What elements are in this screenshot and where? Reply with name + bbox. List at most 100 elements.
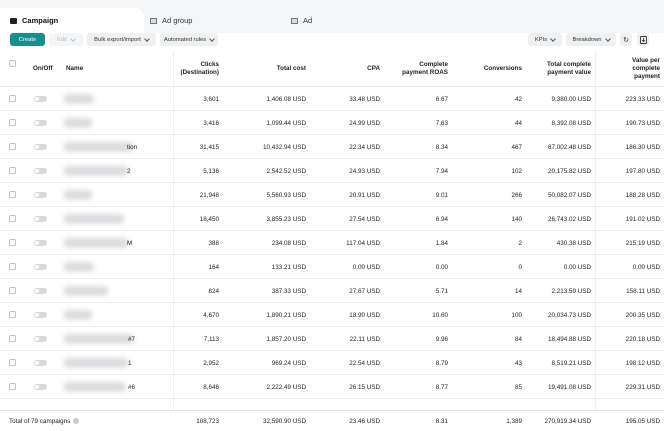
redacted-campaign-name[interactable]	[64, 382, 126, 392]
edit-button[interactable]: Edit	[49, 33, 83, 46]
cell-conversions: 44	[514, 119, 522, 127]
level-tabs: Campaign Ad group Ad	[0, 0, 664, 33]
cell-total-value: 430.38 USD	[556, 239, 591, 247]
col-total-cost[interactable]: Total cost	[230, 51, 306, 87]
table-row[interactable]: 824 387.33 USD 27.67 USD 5.71 14 2,213.59 USD…	[0, 279, 664, 303]
table-row[interactable]: 3,601 1,406.08 USD 33.48 USD 6.67 42 9,380.00…	[0, 87, 664, 111]
table-row[interactable]: 1 2,952 969.24 USD 22.54 USD 8.79 43 8,519.21 …	[0, 351, 664, 375]
row-checkbox[interactable]	[9, 167, 16, 174]
tab-campaign[interactable]: Campaign	[0, 8, 144, 33]
redacted-campaign-name[interactable]	[64, 166, 128, 176]
row-checkbox[interactable]	[9, 311, 16, 318]
row-checkbox[interactable]	[9, 239, 16, 246]
select-all-checkbox[interactable]	[9, 60, 16, 67]
table-row[interactable]: M 388 234.08 USD 117.04 USD 1.84 2 430.38 USD 2…	[0, 231, 664, 255]
status-toggle[interactable]	[34, 120, 47, 126]
redacted-campaign-name[interactable]	[64, 142, 134, 152]
totals-label: Total of 79 campaigns	[9, 411, 80, 431]
status-toggle[interactable]	[34, 216, 47, 222]
col-conversions[interactable]: Conversions	[458, 51, 522, 87]
redacted-campaign-name[interactable]	[64, 238, 128, 248]
info-icon[interactable]	[73, 418, 80, 424]
status-toggle[interactable]	[34, 288, 47, 294]
col-value-per-label: Value per complete payment	[632, 57, 660, 82]
table-row[interactable]: 21,948 5,560.93 USD 20.91 USD 9.01 266 50,082…	[0, 183, 664, 207]
export-button[interactable]	[637, 33, 649, 46]
redacted-campaign-name[interactable]	[64, 334, 134, 344]
cell-total-cost: 10,432.94 USD	[262, 143, 306, 151]
status-toggle[interactable]	[34, 192, 47, 198]
kpis-button[interactable]: KPIs	[528, 33, 562, 46]
total-cost: 32,590.90 USD	[262, 417, 306, 425]
campaign-name-visible-fragment[interactable]: #7	[128, 327, 135, 351]
status-toggle[interactable]	[34, 384, 47, 390]
cell-cpa: 20.91 USD	[349, 191, 380, 199]
redacted-campaign-name[interactable]	[64, 358, 128, 368]
table-row[interactable]: 4,670 1,890.21 USD 18.90 USD 10.60 100 20,034…	[0, 303, 664, 327]
row-checkbox[interactable]	[9, 359, 16, 366]
table-row[interactable]: 18,450 3,855.23 USD 27.54 USD 6.94 140 26,743…	[0, 207, 664, 231]
table-row[interactable]: 164 133.21 USD 0.00 USD 0.00 0 0.00 USD 0.00 U…	[0, 255, 664, 279]
row-checkbox[interactable]	[9, 95, 16, 102]
row-checkbox[interactable]	[9, 383, 16, 390]
cell-roas: 9.96	[435, 335, 448, 343]
status-toggle[interactable]	[34, 96, 47, 102]
table-row[interactable]: 2 5,136 2,542.52 USD 24.93 USD 7.94 102 20,175…	[0, 159, 664, 183]
redacted-campaign-name[interactable]	[64, 118, 92, 128]
campaign-name-visible-fragment[interactable]: tion	[127, 135, 137, 159]
redacted-campaign-name[interactable]	[64, 310, 92, 320]
cell-total-cost: 3,855.23 USD	[266, 215, 306, 223]
redacted-campaign-name[interactable]	[64, 214, 124, 224]
create-button[interactable]: Create	[10, 33, 45, 46]
cell-clicks: 164	[208, 263, 219, 271]
campaign-name-visible-fragment[interactable]: 2	[127, 159, 131, 183]
status-toggle[interactable]	[34, 312, 47, 318]
col-name[interactable]: Name	[66, 51, 166, 87]
table-row[interactable]: #6 8,646 2,222.49 USD 26.15 USD 8.77 85 19,491…	[0, 375, 664, 399]
row-checkbox[interactable]	[9, 335, 16, 342]
col-total-value-label: Total complete payment value	[547, 61, 591, 77]
breakdown-button[interactable]: Breakdown	[566, 33, 616, 46]
status-toggle[interactable]	[34, 336, 47, 342]
tab-ad[interactable]: Ad	[291, 8, 312, 33]
status-toggle[interactable]	[34, 168, 47, 174]
table-row[interactable]: tion 31,415 10,432.94 USD 22.34 USD 8.34 467 8…	[0, 135, 664, 159]
status-toggle[interactable]	[34, 240, 47, 246]
row-checkbox[interactable]	[9, 215, 16, 222]
col-total-value-line2: payment value	[547, 69, 591, 76]
redacted-campaign-name[interactable]	[64, 262, 94, 272]
redacted-campaign-name[interactable]	[64, 190, 92, 200]
col-cpa[interactable]: CPA	[316, 51, 380, 87]
redacted-campaign-name[interactable]	[64, 286, 108, 296]
breakdown-label: Breakdown	[572, 36, 602, 43]
cell-value-per: 188.28 USD	[625, 191, 660, 199]
row-checkbox[interactable]	[9, 287, 16, 294]
cell-conversions: 0	[518, 263, 522, 271]
col-roas[interactable]: Complete payment ROAS	[388, 51, 448, 87]
redacted-campaign-name[interactable]	[64, 94, 94, 104]
refresh-button[interactable]: ↻	[620, 33, 632, 46]
bulk-export-import-button[interactable]: Bulk export/import	[87, 33, 156, 46]
table-row[interactable]: 3,416 1,099.44 USD 24.99 USD 7.63 44 8,392.08…	[0, 111, 664, 135]
col-value-per[interactable]: Value per complete payment	[598, 51, 660, 87]
table-row[interactable]: #7 7,113 1,857.20 USD 22.11 USD 9.96 84 18,494…	[0, 327, 664, 351]
row-checkbox[interactable]	[9, 263, 16, 270]
row-checkbox[interactable]	[9, 143, 16, 150]
automated-rules-button[interactable]: Automated rules	[160, 33, 218, 46]
totals-label-text: Total of 79 campaigns	[9, 417, 71, 425]
row-checkbox[interactable]	[9, 119, 16, 126]
cell-value-per: 186.30 USD	[625, 143, 660, 151]
status-toggle[interactable]	[34, 144, 47, 150]
col-clicks[interactable]: Clicks (Destination)	[174, 51, 219, 87]
cell-total-value: 20,175.82 USD	[547, 167, 591, 175]
campaign-name-visible-fragment[interactable]: M	[127, 231, 132, 255]
row-checkbox[interactable]	[9, 191, 16, 198]
campaign-name-visible-fragment[interactable]: #6	[128, 375, 135, 399]
status-toggle[interactable]	[34, 264, 47, 270]
tab-ad-group[interactable]: Ad group	[150, 8, 192, 33]
campaign-name-visible-fragment[interactable]: 1	[128, 351, 132, 375]
col-total-value[interactable]: Total complete payment value	[530, 51, 591, 87]
col-onoff[interactable]: On/Off	[33, 51, 63, 87]
status-toggle[interactable]	[34, 360, 47, 366]
bulk-export-import-label: Bulk export/import	[94, 36, 141, 43]
